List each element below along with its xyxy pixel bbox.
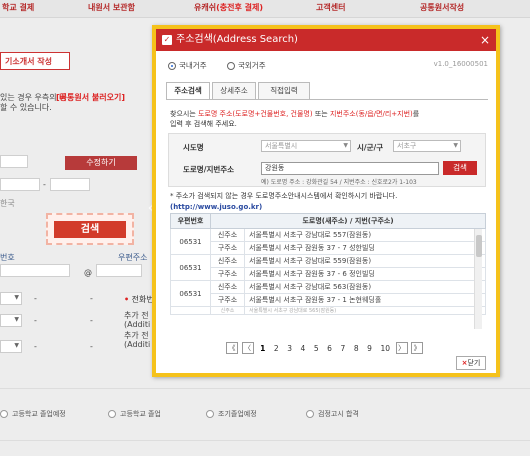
page-3[interactable]: 3 — [287, 344, 292, 353]
table-row[interactable]: 구주소 서울특별시 서초구 잠원동 37 - 1 논현웨딩홀 — [171, 293, 486, 307]
sido-select[interactable]: 서울특별시 — [261, 140, 351, 152]
results-table: 우편번호 도로명(새주소) / 지번(구주소) 06531 신주소 서울특별시 … — [170, 213, 486, 315]
bg-field-5[interactable] — [96, 264, 142, 277]
radio-icon — [227, 62, 235, 70]
bg-field-3[interactable] — [50, 178, 90, 191]
dash: - — [34, 294, 37, 303]
road-address-input[interactable]: 강원동 — [261, 162, 439, 175]
last-page-button[interactable]: 》 — [411, 342, 424, 354]
top-navigation: 학교 결제 내원서 보관함 유캐쉬(충전후 결제) 고객센터 공통원서작성 — [0, 0, 530, 18]
edit-button[interactable]: 수정하기 — [65, 156, 137, 170]
popup-search-button[interactable]: 검색 — [443, 161, 477, 175]
bg-field-4[interactable] — [0, 264, 70, 277]
radio-foreign[interactable]: 국외거주 — [227, 61, 266, 70]
version-label: v1.0_16000501 — [433, 60, 488, 68]
divider — [0, 388, 530, 389]
page-9[interactable]: 9 — [367, 344, 372, 353]
page-7[interactable]: 7 — [341, 344, 346, 353]
road-address-label: 도로명/지번주소 — [183, 165, 235, 174]
country-value: 한국 — [0, 199, 15, 208]
phone-select-1[interactable] — [0, 292, 22, 305]
nav-item-common-application[interactable]: 공통원서작성 — [420, 2, 464, 13]
phone-label: • 전화번 — [124, 295, 154, 304]
dash: - — [34, 316, 37, 325]
tab-direct-input[interactable]: 직접입력 — [258, 82, 310, 100]
nav-item-customer-center[interactable]: 고객센터 — [316, 2, 345, 13]
tab-detail-address[interactable]: 상세주소 — [212, 82, 256, 100]
dash: - — [34, 342, 37, 351]
nav-item-application-box[interactable]: 내원서 보관함 — [88, 2, 135, 13]
radio-hs-expected[interactable]: 고등학교 졸업예정 — [0, 409, 66, 419]
page-1[interactable]: 1 — [260, 344, 265, 353]
nav-item-ucash[interactable]: 유캐쉬(충전후 결제) — [194, 2, 263, 13]
tab-underline — [166, 99, 488, 100]
check-icon: ✓ — [162, 35, 172, 45]
search-form: 시도명 서울특별시 시/군/구 서초구 도로명/지번주소 강원동 검색 예) 도… — [168, 133, 486, 187]
popup-title: 주소검색(Address Search) — [176, 34, 298, 45]
bg-field-1[interactable] — [0, 155, 28, 168]
phone-select-3[interactable] — [0, 340, 22, 353]
page-5[interactable]: 5 — [314, 344, 319, 353]
dash: - — [43, 180, 46, 189]
example-text: 예) 도로명 주소 : 강화관길 54 / 지번주소 : 신호로2가 1-103 — [261, 179, 417, 186]
table-row[interactable]: 구주소 서울특별시 서초구 잠원동 37 - 7 성한빌딩 — [171, 241, 486, 255]
table-row[interactable]: 06531 신주소 서울특별시 서초구 강남대로 557(잠원동) — [170, 228, 486, 255]
scroll-thumb[interactable] — [476, 235, 482, 257]
search-button-callout: 검색 — [46, 213, 134, 245]
dash: - — [90, 342, 93, 351]
dash: - — [90, 294, 93, 303]
extra-phone-2-en: (Additi — [124, 340, 151, 349]
results-scrollbar[interactable] — [474, 229, 482, 329]
bg-field-2[interactable] — [0, 178, 40, 191]
nav-item-school-payment[interactable]: 학교 결제 — [2, 2, 34, 13]
self-intro-button[interactable]: 기소개서 작성 — [0, 52, 70, 70]
load-common-link[interactable]: [공통원서 불러오기] — [56, 92, 125, 103]
extra-phone-1-en: (Additi — [124, 320, 151, 329]
highlighted-search-button[interactable]: 검색 — [54, 221, 126, 238]
page-4[interactable]: 4 — [301, 344, 306, 353]
col-address: 도로명(새주소) / 지번(구주소) — [210, 213, 486, 229]
sigungu-select[interactable]: 서초구 — [393, 140, 461, 152]
radio-icon — [206, 410, 214, 418]
sigungu-label: 시/군/구 — [357, 143, 384, 152]
col-zip: 우편번호 — [170, 213, 211, 229]
at-sign: @ — [84, 268, 92, 277]
divider — [0, 440, 530, 441]
dash: - — [90, 316, 93, 325]
popup-titlebar: ✓ 주소검색(Address Search) × — [156, 29, 496, 51]
radio-icon — [0, 410, 8, 418]
radio-ged[interactable]: 검정고시 합격 — [306, 409, 359, 419]
page-2[interactable]: 2 — [274, 344, 279, 353]
search-note: * 주소가 검색되지 않는 경우 도로명주소안내시스템에서 확인하시기 바랍니다… — [170, 192, 398, 200]
radio-early-grad[interactable]: 조기졸업예정 — [206, 409, 257, 419]
page-10[interactable]: 10 — [380, 344, 390, 353]
residence-radios: 국내거주 국외거주 — [168, 60, 266, 71]
close-button[interactable]: ×닫기 — [456, 356, 486, 370]
radio-selected-icon — [168, 62, 176, 70]
address-search-popup: ✓ 주소검색(Address Search) × 국내거주 국외거주 v1.0_… — [152, 25, 500, 377]
radio-domestic[interactable]: 국내거주 — [168, 61, 207, 70]
page-6[interactable]: 6 — [327, 344, 332, 353]
radio-hs-graduated[interactable]: 고등학교 졸업 — [108, 409, 161, 419]
pagination: 《 〈 1 2 3 4 5 6 7 8 9 10 〉 》 — [226, 342, 424, 354]
table-row[interactable]: 06531 신주소 서울특별시 서초구 강남대로 559(잠원동) — [170, 254, 486, 281]
prev-page-button[interactable]: 〈 — [241, 342, 254, 354]
first-page-button[interactable]: 《 — [226, 342, 238, 354]
close-icon[interactable]: × — [480, 29, 490, 51]
zip-label: 번호 — [0, 253, 15, 262]
sido-label: 시도명 — [183, 143, 204, 152]
juso-link[interactable]: (http://www.juso.go.kr) — [170, 203, 262, 211]
page-8[interactable]: 8 — [354, 344, 359, 353]
next-page-button[interactable]: 〉 — [395, 342, 408, 354]
table-row[interactable]: 신주소 서울특별시 서초구 강남대로 565(잠원동) — [170, 306, 486, 315]
radio-icon — [306, 410, 314, 418]
tab-address-search[interactable]: 주소검색 — [166, 82, 210, 100]
table-row[interactable]: 06531 신주소 서울특별시 서초구 강남대로 563(잠원동) — [170, 280, 486, 307]
table-row[interactable]: 구주소 서울특별시 서초구 잠원동 37 - 6 정인빌딩 — [171, 267, 486, 281]
info-line-2: 할 수 있습니다. — [0, 103, 52, 112]
radio-icon — [108, 410, 116, 418]
address-label: 우편주소 — [118, 253, 148, 262]
phone-select-2[interactable] — [0, 314, 22, 327]
search-guide: 찾으시는 도로명 주소(도로명+건물번호, 건물명) 또는 지번주소(동/읍/면… — [170, 110, 420, 128]
